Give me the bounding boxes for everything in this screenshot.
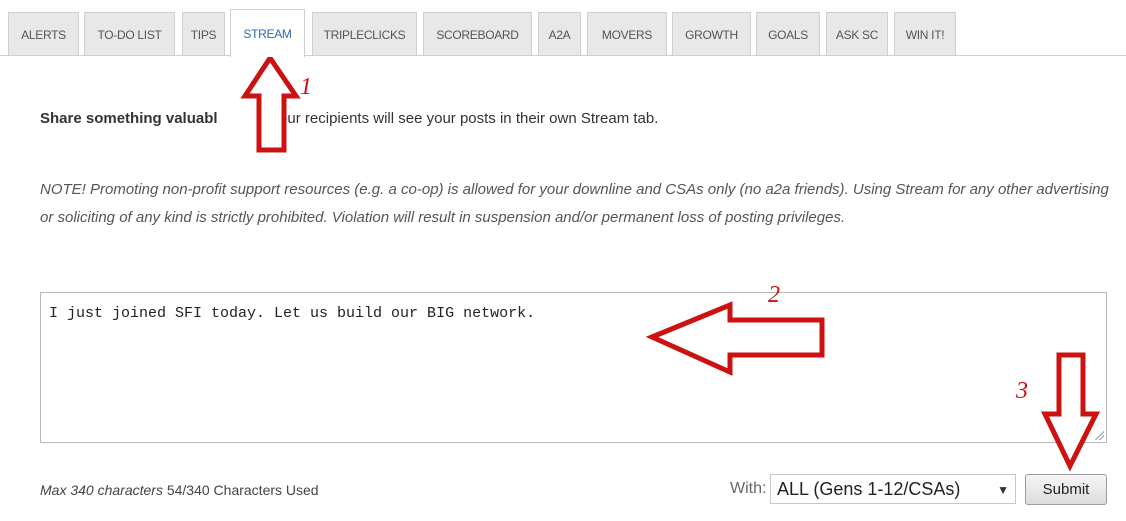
tab-stream[interactable]: STREAM	[230, 9, 305, 57]
tab-bar: ALERTS TO-DO LIST TIPS STREAM TRIPLECLIC…	[0, 0, 1126, 57]
submit-button[interactable]: Submit	[1025, 474, 1107, 505]
recipient-select[interactable]: ALL (Gens 1-12/CSAs) ▼	[770, 474, 1016, 504]
tab-movers[interactable]: MOVERS	[587, 12, 667, 56]
tab-growth[interactable]: GROWTH	[672, 12, 751, 56]
characters-used-label: 54/340 Characters Used	[166, 482, 319, 498]
annotation-number-2: 2	[768, 282, 780, 308]
post-text: I just joined SFI today. Let us build ou…	[49, 305, 536, 322]
max-characters-label: Max 340 characters	[40, 482, 163, 498]
tab-tripleclicks[interactable]: TRIPLECLICKS	[312, 12, 417, 56]
post-textarea[interactable]: I just joined SFI today. Let us build ou…	[40, 292, 1107, 443]
share-instruction-bold: Share something valuabl	[40, 110, 218, 127]
tab-ask-sc[interactable]: ASK SC	[826, 12, 888, 56]
resize-grip-icon[interactable]	[1094, 430, 1104, 440]
stream-policy-note: NOTE! Promoting non-profit support resou…	[40, 181, 1109, 226]
tab-win-it[interactable]: WIN IT!	[894, 12, 956, 56]
annotation-number-3: 3	[1016, 378, 1028, 404]
recipient-select-value: ALL (Gens 1-12/CSAs)	[777, 478, 961, 499]
tab-goals[interactable]: GOALS	[756, 12, 820, 56]
annotation-number-1: 1	[300, 74, 312, 100]
share-instruction-rest: your recipients will see your posts in t…	[271, 110, 659, 127]
chevron-down-icon: ▼	[997, 483, 1009, 497]
tab-scoreboard[interactable]: SCOREBOARD	[423, 12, 532, 56]
character-counter: Max 340 characters 54/340 Characters Use…	[40, 482, 319, 498]
tab-to-do-list[interactable]: TO-DO LIST	[84, 12, 175, 56]
with-label: With:	[730, 480, 767, 497]
tab-tips[interactable]: TIPS	[182, 12, 225, 56]
share-instruction: Share something valuabl your recipients w…	[40, 110, 658, 127]
tab-a2a[interactable]: A2A	[538, 12, 581, 56]
tab-alerts[interactable]: ALERTS	[8, 12, 79, 56]
